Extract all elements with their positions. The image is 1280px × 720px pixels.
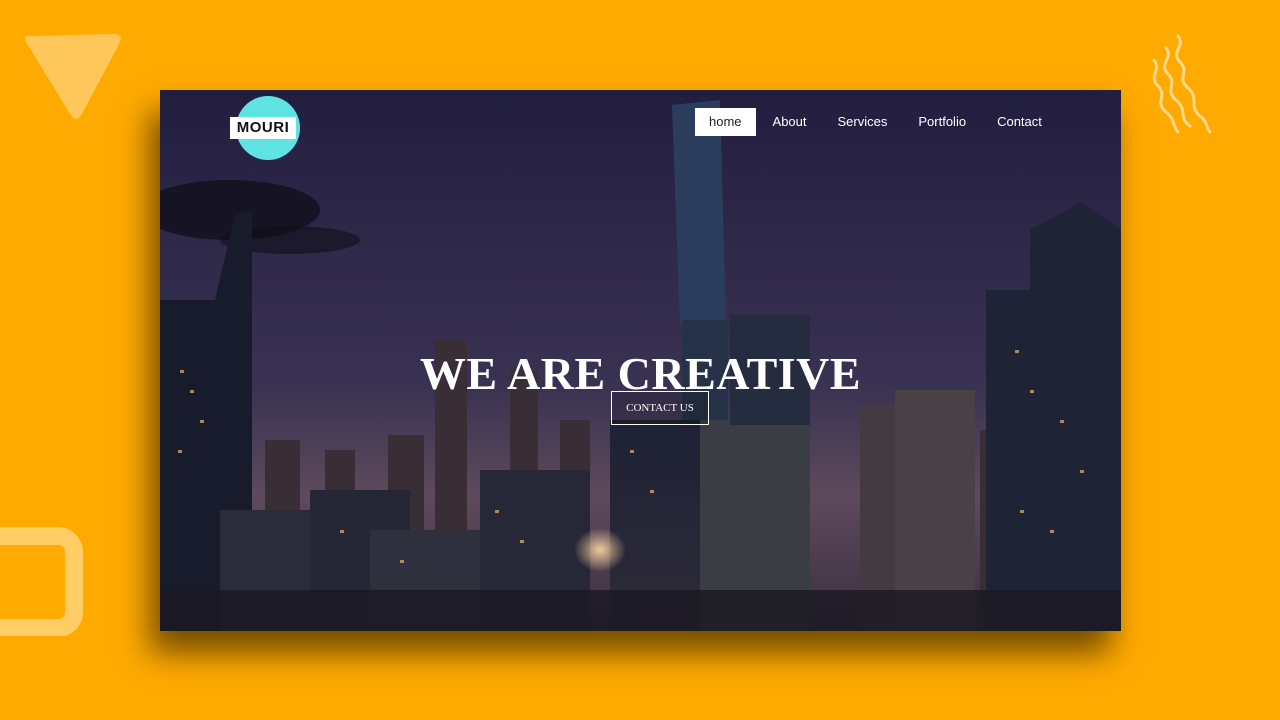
waves-decoration-icon xyxy=(1152,34,1212,134)
logo[interactable]: MOURI xyxy=(230,117,296,139)
main-nav: home About Services Portfolio Contact xyxy=(695,108,1056,136)
triangle-decoration-icon xyxy=(24,34,121,119)
nav-item-contact[interactable]: Contact xyxy=(983,108,1056,136)
nav-item-portfolio[interactable]: Portfolio xyxy=(904,108,980,136)
nav-item-services[interactable]: Services xyxy=(824,108,902,136)
contact-us-button[interactable]: CONTACT US xyxy=(611,391,709,425)
rounded-square-decoration-icon xyxy=(0,527,83,636)
nav-item-home[interactable]: home xyxy=(695,108,756,136)
website-preview: MOURI home About Services Portfolio Cont… xyxy=(160,90,1121,631)
nav-item-about[interactable]: About xyxy=(759,108,821,136)
